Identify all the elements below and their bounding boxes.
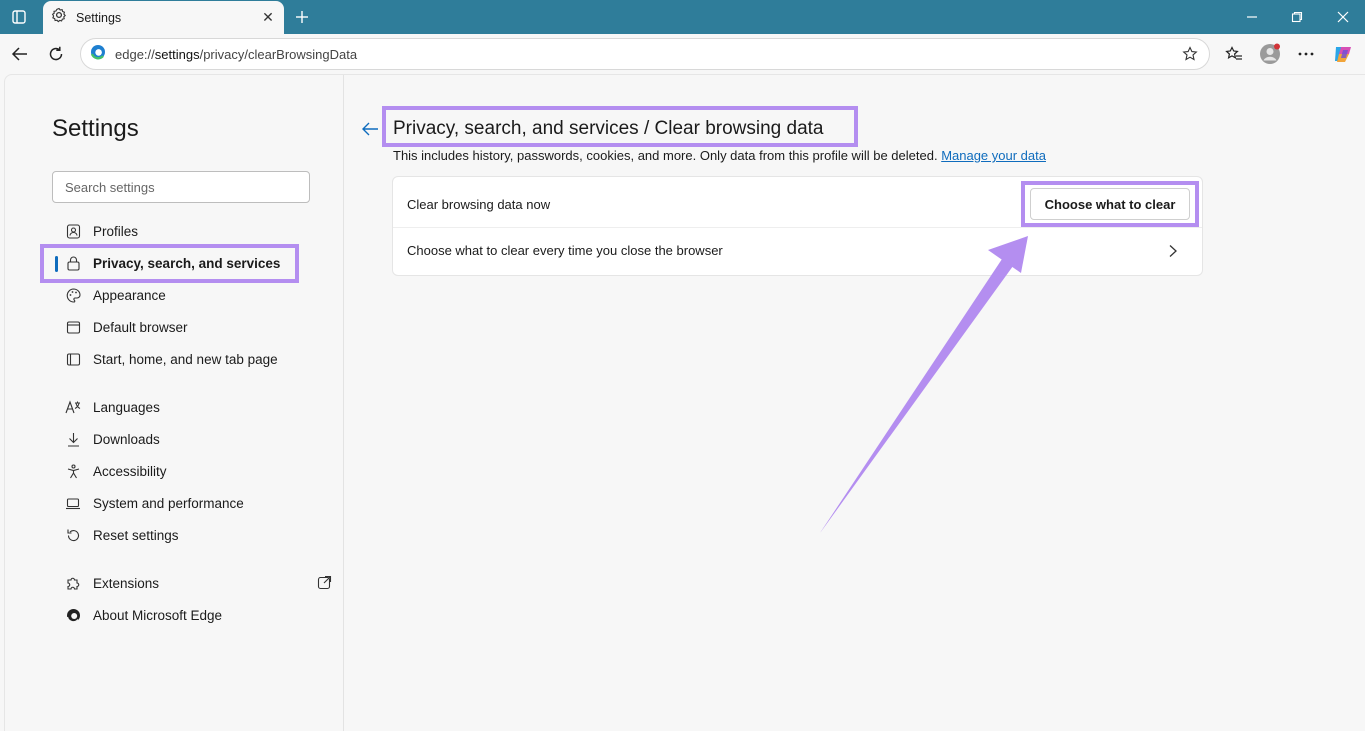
favorites-icon[interactable]	[1222, 43, 1246, 65]
title-bar: Settings ✕	[0, 0, 1365, 34]
annotation-arrow	[820, 236, 1028, 533]
close-window-icon[interactable]	[1328, 8, 1358, 26]
address-bar[interactable]: edge://settings/privacy/clearBrowsingDat…	[80, 38, 1210, 70]
back-icon[interactable]	[8, 43, 32, 65]
more-options-icon[interactable]	[1294, 43, 1318, 65]
close-tab-icon[interactable]: ✕	[258, 8, 278, 28]
tab-actions-icon[interactable]	[8, 7, 30, 27]
favorite-star-icon[interactable]	[1179, 43, 1201, 65]
url-host: settings	[154, 46, 200, 62]
gear-icon	[51, 7, 67, 28]
tab-title: Settings	[76, 10, 122, 25]
restore-icon[interactable]	[1282, 8, 1312, 26]
browser-toolbar: edge://settings/privacy/clearBrowsingDat…	[0, 34, 1365, 74]
active-tab[interactable]: Settings ✕	[43, 1, 284, 34]
edge-site-icon	[90, 44, 106, 65]
profile-avatar[interactable]	[1258, 43, 1282, 65]
minimize-icon[interactable]	[1237, 8, 1267, 26]
content-frame: Settings Profiles Privacy, search, and s…	[4, 74, 1365, 731]
new-tab-icon[interactable]	[290, 6, 314, 28]
copilot-icon[interactable]	[1331, 43, 1355, 65]
url-text: edge://settings/privacy/clearBrowsingDat…	[115, 46, 358, 62]
refresh-icon[interactable]	[44, 43, 68, 65]
